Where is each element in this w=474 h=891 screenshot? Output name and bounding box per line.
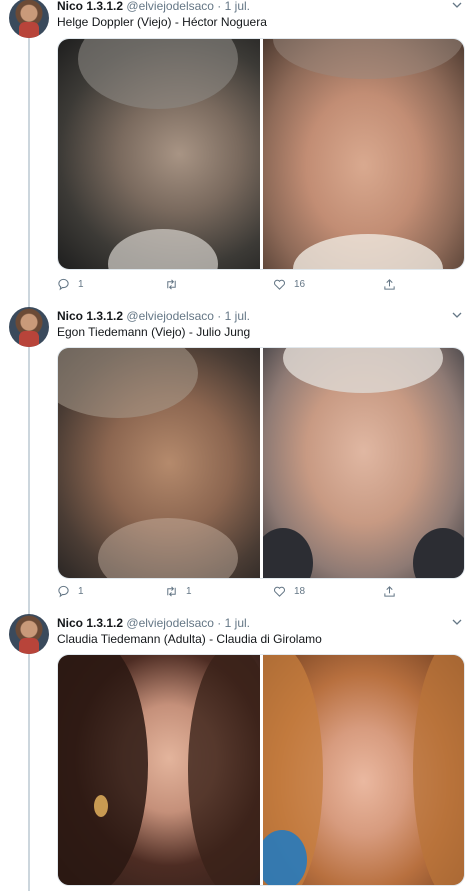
photo-left[interactable] [58,39,260,269]
separator: · [217,0,222,13]
author-name[interactable]: Nico 1.3.1.2 [57,0,123,13]
author-handle[interactable]: @elviejodelsaco [126,0,214,13]
reply-button[interactable]: 1 [57,585,84,598]
tweet-date[interactable]: 1 jul. [225,0,250,13]
separator: · [217,309,222,323]
like-count: 18 [294,586,306,597]
chevron-down-icon[interactable] [452,617,462,629]
retweet-icon [167,279,176,290]
heart-icon [274,586,285,597]
tweet-header: Nico 1.3.1.2 @elviejodelsaco · 1 jul. [57,309,250,323]
photo-right[interactable] [262,39,464,269]
like-button[interactable]: 16 [273,278,305,291]
share-button[interactable] [383,585,396,598]
retweet-button[interactable]: 1 [165,585,192,598]
author-name[interactable]: Nico 1.3.1.2 [57,616,123,630]
author-handle[interactable]: @elviejodelsaco [126,616,214,630]
thread-line [28,38,30,891]
retweet-icon [167,586,176,597]
avatar[interactable] [9,614,49,654]
reply-count: 1 [78,279,84,290]
retweet-count: 1 [186,586,192,597]
avatar[interactable] [9,0,49,38]
tweet-header: Nico 1.3.1.2 @elviejodelsaco · 1 jul. [57,0,250,13]
tweet-media[interactable] [57,38,465,270]
photo-right[interactable] [262,655,464,885]
share-icon [384,586,395,597]
share-button[interactable] [383,278,396,291]
chevron-down-icon[interactable] [452,310,462,322]
avatar[interactable] [9,307,49,347]
retweet-button[interactable] [165,278,186,291]
tweet-actions: 1 16 [57,278,457,294]
tweet-text: Helge Doppler (Viejo) - Héctor Noguera [57,15,267,29]
tweet-media[interactable] [57,654,465,886]
reply-icon [58,585,69,598]
reply-count: 1 [78,586,84,597]
author-handle[interactable]: @elviejodelsaco [126,309,214,323]
like-count: 16 [294,279,306,290]
photo-right[interactable] [262,348,464,578]
reply-button[interactable]: 1 [57,278,84,291]
like-button[interactable]: 18 [273,585,305,598]
tweet-text: Claudia Tiedemann (Adulta) - Claudia di … [57,632,322,646]
share-icon [384,279,395,290]
photo-left[interactable] [58,655,260,885]
tweet-header: Nico 1.3.1.2 @elviejodelsaco · 1 jul. [57,616,250,630]
tweet-actions: 1 1 18 [57,585,457,601]
photo-left[interactable] [58,348,260,578]
reply-icon [58,278,69,291]
tweet-text: Egon Tiedemann (Viejo) - Julio Jung [57,325,251,339]
tweet-date[interactable]: 1 jul. [225,309,250,323]
author-name[interactable]: Nico 1.3.1.2 [57,309,123,323]
separator: · [217,616,222,630]
tweet-date[interactable]: 1 jul. [225,616,250,630]
heart-icon [274,279,285,290]
tweet-media[interactable] [57,347,465,579]
chevron-down-icon[interactable] [452,0,462,12]
